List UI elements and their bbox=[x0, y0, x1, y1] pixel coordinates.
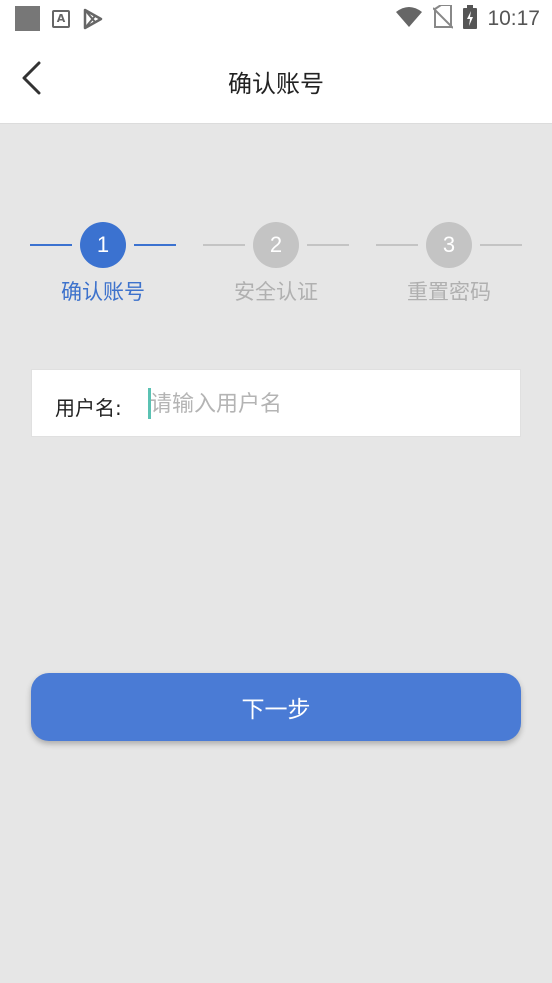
step-line bbox=[376, 244, 418, 246]
status-bar-left: A bbox=[15, 6, 104, 31]
step-line bbox=[480, 244, 522, 246]
no-sim-icon bbox=[432, 4, 455, 33]
step-label: 确认账号 bbox=[61, 280, 145, 304]
page-title: 确认账号 bbox=[228, 70, 324, 98]
play-store-icon bbox=[82, 8, 104, 30]
username-label: 用户名: bbox=[55, 396, 122, 420]
step-line bbox=[30, 244, 72, 246]
step-number-badge: 3 bbox=[426, 222, 472, 268]
step-line bbox=[134, 244, 176, 246]
step-indicator: 1 确认账号 2 安全认证 3 重置密码 bbox=[0, 220, 552, 310]
username-input[interactable] bbox=[150, 382, 510, 426]
header: 确认账号 bbox=[0, 38, 552, 124]
square-icon bbox=[15, 6, 40, 31]
status-time: 10:17 bbox=[487, 7, 540, 30]
status-bar-right: 10:17 bbox=[395, 4, 540, 33]
username-field: 用户名: bbox=[31, 369, 521, 437]
step-label: 安全认证 bbox=[234, 280, 318, 304]
step-number-badge: 2 bbox=[253, 222, 299, 268]
step-number-badge: 1 bbox=[80, 222, 126, 268]
step-line bbox=[307, 244, 349, 246]
a-icon: A bbox=[52, 9, 70, 28]
step-1: 1 确认账号 bbox=[30, 220, 176, 310]
wifi-icon bbox=[395, 6, 423, 32]
step-2: 2 安全认证 bbox=[203, 220, 349, 310]
status-bar: A 10:17 bbox=[0, 0, 552, 38]
step-line bbox=[203, 244, 245, 246]
step-label: 重置密码 bbox=[407, 280, 491, 304]
next-step-button[interactable]: 下一步 bbox=[31, 673, 521, 741]
step-3: 3 重置密码 bbox=[376, 220, 522, 310]
battery-charging-icon bbox=[463, 5, 478, 33]
